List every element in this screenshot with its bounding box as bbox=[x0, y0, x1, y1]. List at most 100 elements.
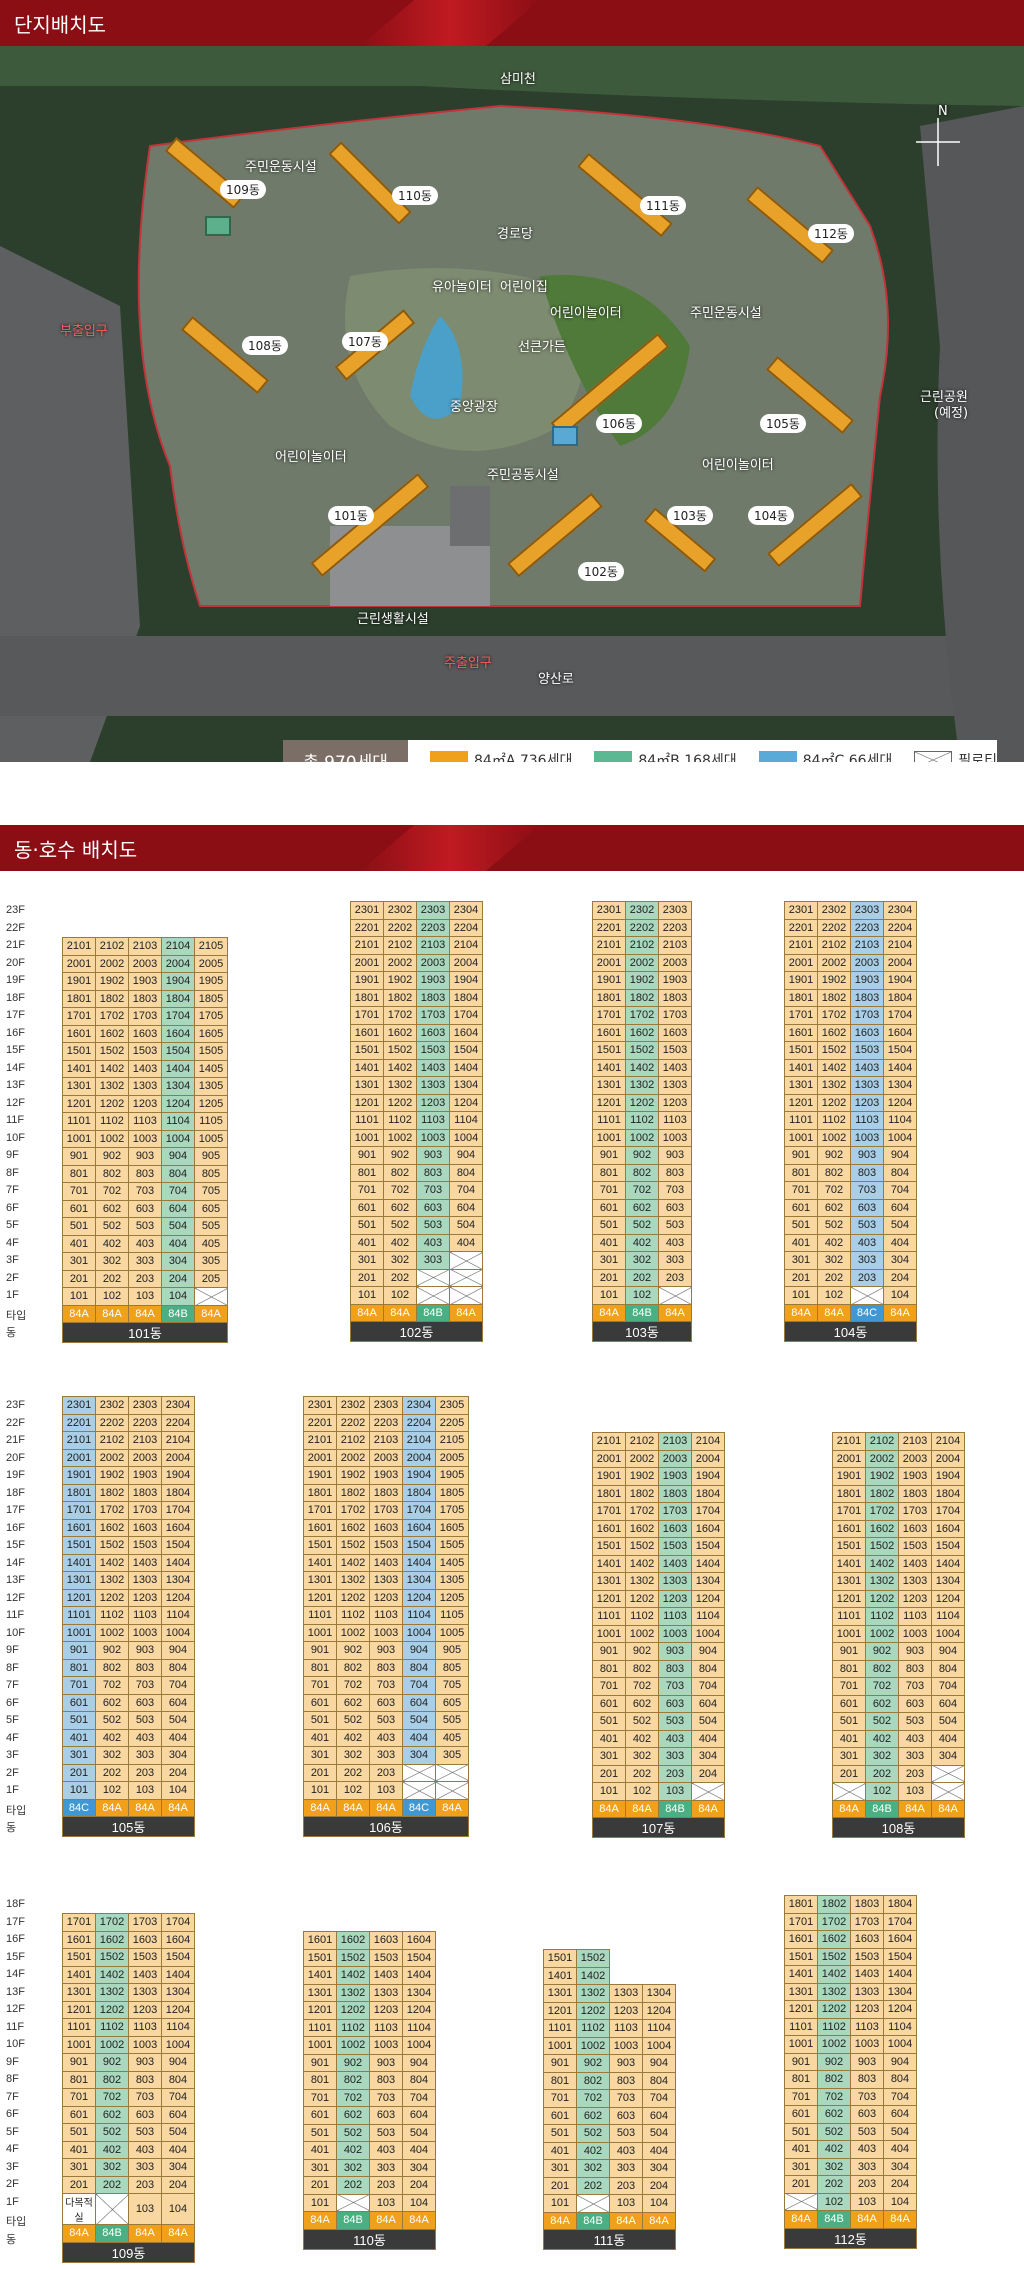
unit-cell: 1502 bbox=[95, 1042, 129, 1061]
unit-cell: 803 bbox=[128, 2070, 162, 2089]
unit-cell: 1804 bbox=[449, 988, 483, 1007]
unit-cell: 402 bbox=[336, 1728, 370, 1747]
site-plan-map: 삼미천 주민운동시설 경로당 유아놀이터 어린이집 어린이놀이터 주민운동시설 선큰가든 중앙광… bbox=[0, 46, 1024, 762]
unit-cell: 303 bbox=[128, 1252, 162, 1271]
entrance-label: 주출입구 bbox=[444, 656, 492, 671]
unit-cell: 2201 bbox=[592, 918, 626, 937]
unit-cell: 2005 bbox=[435, 1448, 469, 1467]
unit-cell: 101 bbox=[350, 1286, 384, 1305]
unit-cell: 1602 bbox=[625, 1023, 659, 1042]
unit-cell: 1302 bbox=[383, 1076, 417, 1095]
total-households: 총 970세대 bbox=[283, 740, 408, 762]
unit-cell: 1404 bbox=[883, 1058, 917, 1077]
unit-cell: 1003 bbox=[850, 1128, 884, 1147]
unit-cell: 801 bbox=[350, 1163, 384, 1182]
unit-cell: 1401 bbox=[592, 1554, 626, 1573]
unit-cell: 501 bbox=[784, 1216, 818, 1235]
unit-cell: 2303 bbox=[416, 901, 450, 920]
unit-cell: 501 bbox=[784, 2122, 818, 2141]
unit-cell: 505 bbox=[435, 1711, 469, 1730]
unit-cell: 1804 bbox=[402, 1483, 436, 1502]
unit-cell: 1804 bbox=[691, 1484, 725, 1503]
unit-cell: 204 bbox=[883, 2175, 917, 2194]
unit-cell: 401 bbox=[62, 2140, 96, 2159]
floor-label: 동 bbox=[6, 1327, 17, 1339]
unit-cell: 2101 bbox=[832, 1432, 866, 1451]
map-label: N bbox=[938, 104, 948, 119]
unit-cell: 1804 bbox=[161, 989, 195, 1008]
unit-cell: 601 bbox=[784, 1198, 818, 1217]
unit-cell: 2003 bbox=[416, 953, 450, 972]
unit-cell: 1404 bbox=[161, 1059, 195, 1078]
unit-cell: 2103 bbox=[658, 936, 692, 955]
unit-cell: 902 bbox=[817, 2052, 851, 2071]
unit-cell: 404 bbox=[883, 2140, 917, 2159]
unit-type-cell: 84A bbox=[95, 1798, 129, 1817]
unit-cell: 1004 bbox=[402, 2036, 436, 2055]
unit-cell: 604 bbox=[402, 1693, 436, 1712]
unit-cell: 2202 bbox=[336, 1413, 370, 1432]
unit-cell: 1705 bbox=[435, 1501, 469, 1520]
unit-cell: 1301 bbox=[62, 1077, 96, 1096]
unit-cell: 2203 bbox=[850, 918, 884, 937]
unit-type-cell: 84A bbox=[817, 1303, 851, 1322]
unit-cell: 704 bbox=[161, 1182, 195, 1201]
unit-cell: 1304 bbox=[161, 1077, 195, 1096]
building-label: 101동 bbox=[328, 506, 374, 525]
unit-cell: 603 bbox=[369, 1693, 403, 1712]
unit-cell: 503 bbox=[416, 1216, 450, 1235]
unit-cell: 1903 bbox=[369, 1466, 403, 1485]
unit-cell: 402 bbox=[95, 1234, 129, 1253]
unit-type-cell: 84C bbox=[850, 1303, 884, 1322]
unit-cell: 1204 bbox=[931, 1589, 965, 1608]
unit-cell: 403 bbox=[898, 1729, 932, 1748]
unit-cell: 1204 bbox=[883, 2000, 917, 2019]
unit-cell: 302 bbox=[383, 1251, 417, 1270]
unit-cell: 1503 bbox=[658, 1041, 692, 1060]
unit-cell: 1103 bbox=[369, 2018, 403, 2037]
unit-cell: 203 bbox=[658, 1764, 692, 1783]
unit-cell: 1204 bbox=[642, 2001, 676, 2020]
unit-cell: 902 bbox=[95, 1641, 129, 1660]
unit-cell: 804 bbox=[883, 1163, 917, 1182]
floor-label: 13F bbox=[6, 1985, 25, 1998]
unit-cell bbox=[610, 1950, 643, 1968]
unit-cell: 1205 bbox=[435, 1588, 469, 1607]
unit-cell: 402 bbox=[817, 2140, 851, 2159]
unit-cell: 802 bbox=[95, 1658, 129, 1677]
unit-cell: 1901 bbox=[592, 971, 626, 990]
unit-cell: 701 bbox=[784, 2087, 818, 2106]
unit-cell: 602 bbox=[95, 1199, 129, 1218]
unit-cell: 2103 bbox=[898, 1432, 932, 1451]
unit-cell: 1602 bbox=[865, 1519, 899, 1538]
unit-cell: 104 bbox=[883, 1286, 917, 1305]
unit-cell: 503 bbox=[609, 2124, 643, 2143]
unit-cell: 1001 bbox=[784, 2035, 818, 2054]
unit-cell: 2304 bbox=[449, 901, 483, 920]
unit-cell: 1102 bbox=[625, 1607, 659, 1626]
unit-cell: 1504 bbox=[883, 1947, 917, 1966]
building-name-cell: 110동 bbox=[303, 2228, 436, 2250]
unit-cell: 501 bbox=[62, 2123, 96, 2142]
unit-cell: 1203 bbox=[609, 2001, 643, 2020]
unit-cell: 803 bbox=[658, 1163, 692, 1182]
unit-cell: 2301 bbox=[592, 901, 626, 920]
unit-cell: 103 bbox=[369, 2193, 403, 2212]
floor-label: 11F bbox=[6, 1114, 25, 1126]
unit-cell: 801 bbox=[832, 1659, 866, 1678]
unit-cell: 502 bbox=[625, 1216, 659, 1235]
unit-cell: 2202 bbox=[383, 918, 417, 937]
unit-table-104: 2301 2302 2303 2304 2201 2202 2203 2204 2101 2102… bbox=[784, 901, 917, 1342]
unit-cell: 1701 bbox=[592, 1502, 626, 1521]
unit-cell: 804 bbox=[161, 2070, 195, 2089]
unit-cell: 1703 bbox=[658, 1006, 692, 1025]
unit-cell: 1602 bbox=[383, 1023, 417, 1042]
unit-cell: 1301 bbox=[832, 1572, 866, 1591]
unit-cell: 602 bbox=[95, 2105, 129, 2124]
map-label: 주민공동시설 bbox=[487, 468, 559, 483]
unit-cell: 601 bbox=[62, 2105, 96, 2124]
unit-cell: 202 bbox=[383, 1268, 417, 1287]
unit-cell: 1503 bbox=[658, 1537, 692, 1556]
unit-cell: 1701 bbox=[62, 1501, 96, 1520]
unit-cell: 2201 bbox=[303, 1413, 337, 1432]
